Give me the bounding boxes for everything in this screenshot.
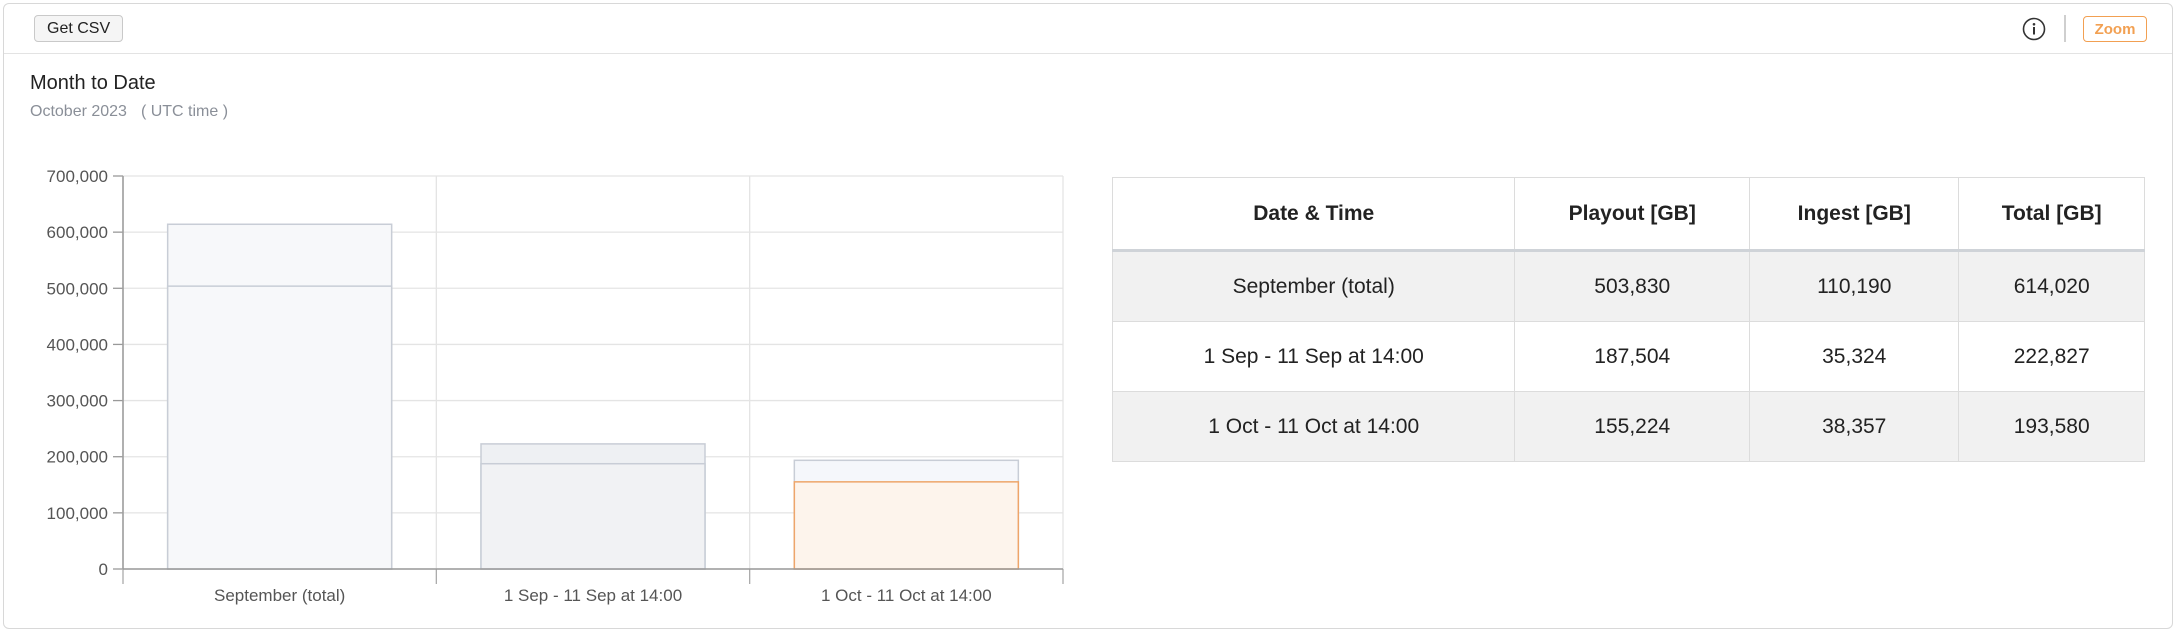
usage-bar-chart: 0 100,000 200,000 300,000 400,000 500,000 600,… xyxy=(47,167,1064,605)
column-header: Playout [GB] xyxy=(1514,177,1751,252)
y-tick-label: 400,000 xyxy=(47,335,108,354)
zoom-button[interactable]: Zoom xyxy=(2083,16,2147,42)
x-category-label: September (total) xyxy=(214,586,345,605)
bar-playout xyxy=(793,481,1020,570)
table-header-row: Date & Time Playout [GB] Ingest [GB] Tot… xyxy=(1111,177,2145,252)
page-title: Month to Date xyxy=(30,72,156,94)
x-category-label: 1 Oct - 11 Oct at 14:00 xyxy=(821,586,992,605)
usage-table: Date & Time Playout [GB] Ingest [GB] Tot… xyxy=(1111,177,2145,462)
y-tick-label: 0 xyxy=(99,560,108,579)
table-cell: 110,190 xyxy=(1749,250,1960,322)
y-tick-label: 500,000 xyxy=(47,279,108,298)
column-header: Ingest [GB] xyxy=(1749,177,1960,252)
table-cell: 1 Oct - 11 Oct at 14:00 xyxy=(1111,391,1516,462)
bar-playout xyxy=(166,285,393,570)
get-csv-button[interactable]: Get CSV xyxy=(34,15,124,42)
y-tick-label: 200,000 xyxy=(47,448,108,467)
column-header: Date & Time xyxy=(1111,177,1516,252)
month-label: October 2023 xyxy=(30,103,127,120)
x-category-label: 1 Sep - 11 Sep at 14:00 xyxy=(504,586,682,605)
table-row: 1 Sep - 11 Sep at 14:00 187,504 35,324 2… xyxy=(1111,321,2145,392)
table-cell: 35,324 xyxy=(1749,321,1960,392)
period-subtitle: October 2023 ( UTC time ) xyxy=(30,103,228,121)
table-cell: 187,504 xyxy=(1514,321,1751,392)
y-tick-label: 600,000 xyxy=(47,223,108,242)
bar-playout xyxy=(480,462,706,570)
table-cell: 155,224 xyxy=(1514,391,1751,462)
toolbar-divider xyxy=(2064,15,2066,42)
table-row: September (total) 503,830 110,190 614,02… xyxy=(1111,250,2145,322)
table-cell: 222,827 xyxy=(1958,321,2145,392)
table-cell: 503,830 xyxy=(1514,250,1751,322)
panel-toolbar: Get CSV Zoom xyxy=(4,4,2172,54)
table-cell: 38,357 xyxy=(1749,391,1960,462)
table-cell: September (total) xyxy=(1111,250,1516,322)
column-header: Total [GB] xyxy=(1958,177,2145,252)
timezone-label: ( UTC time ) xyxy=(140,103,229,120)
table-row: 1 Oct - 11 Oct at 14:00 155,224 38,357 1… xyxy=(1111,391,2145,462)
y-tick-label: 700,000 xyxy=(47,167,108,186)
table-cell: 614,020 xyxy=(1958,250,2145,322)
y-tick-label: 300,000 xyxy=(47,392,108,411)
table-cell: 1 Sep - 11 Sep at 14:00 xyxy=(1111,321,1516,392)
y-tick-label: 100,000 xyxy=(47,504,108,523)
table-cell: 193,580 xyxy=(1958,391,2145,462)
info-icon[interactable] xyxy=(2022,17,2046,41)
